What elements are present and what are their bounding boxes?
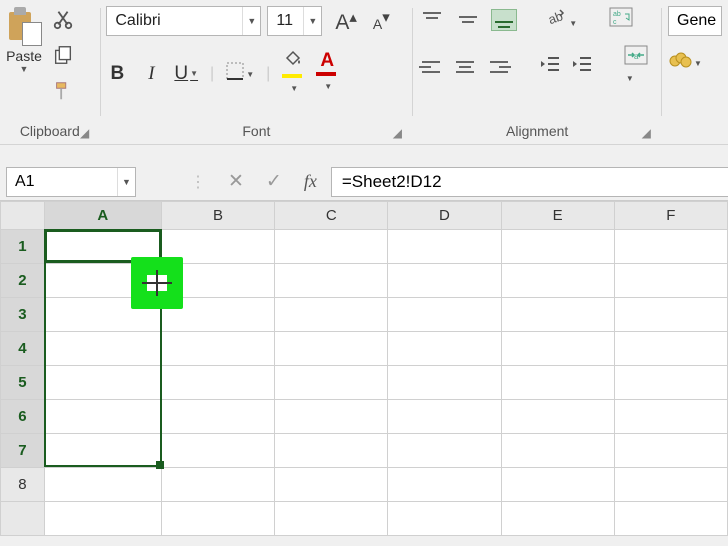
font-dialog-launcher[interactable]: ◢ xyxy=(390,126,404,140)
row-header-3[interactable]: 3 xyxy=(1,298,45,332)
row-header-6[interactable]: 6 xyxy=(1,400,45,434)
formula-bar: A1 ▼ ⋮ ✕ ✓ fx =Sheet2!D12 xyxy=(0,163,728,201)
group-font: Calibri ▼ 11 ▼ A▴ A▾ B I U▼ | ▼ | xyxy=(100,0,412,144)
paste-label: Paste xyxy=(6,48,42,64)
formula-text: =Sheet2!D12 xyxy=(342,172,442,192)
svg-text:ab: ab xyxy=(613,11,621,18)
row-header-2[interactable]: 2 xyxy=(1,264,45,298)
increase-indent-icon xyxy=(571,55,593,73)
spreadsheet-grid[interactable]: A B C D E F 1 2 3 4 5 6 7 8 xyxy=(0,201,728,536)
col-header-D[interactable]: D xyxy=(388,202,501,230)
align-left-button[interactable] xyxy=(419,56,443,78)
name-box-value: A1 xyxy=(7,173,117,191)
formula-divider-icon: ⋮ xyxy=(190,172,206,192)
paste-dropdown-arrow[interactable]: ▼ xyxy=(20,64,29,74)
merge-center-button[interactable]: a▼ xyxy=(624,45,655,88)
row-header-4[interactable]: 4 xyxy=(1,332,45,366)
col-header-F[interactable]: F xyxy=(614,202,727,230)
font-color-button[interactable]: A ▼ xyxy=(316,50,338,98)
cell-A8[interactable] xyxy=(44,468,161,502)
row-header-7[interactable]: 7 xyxy=(1,434,45,468)
wrap-text-icon: abc xyxy=(609,7,633,27)
chevron-down-icon: ▼ xyxy=(303,7,321,35)
align-middle-button[interactable] xyxy=(455,9,481,31)
col-header-A[interactable]: A xyxy=(44,202,161,230)
group-number: Gene ▼ xyxy=(662,0,728,144)
svg-text:a: a xyxy=(634,52,639,61)
row-header-8[interactable]: 8 xyxy=(1,468,45,502)
border-icon xyxy=(226,62,244,80)
clipboard-dialog-launcher[interactable]: ◢ xyxy=(78,126,92,140)
group-alignment: ab▼ abc a▼ xyxy=(413,0,661,144)
select-all-corner[interactable] xyxy=(1,202,45,230)
paste-button[interactable]: Paste ▼ xyxy=(6,6,42,74)
number-format-value: Gene xyxy=(677,12,716,30)
align-right-button[interactable] xyxy=(487,56,511,78)
font-color-icon: A xyxy=(320,50,334,71)
cell-A4[interactable] xyxy=(44,332,161,366)
row-header-5[interactable]: 5 xyxy=(1,366,45,400)
row-header-1[interactable]: 1 xyxy=(1,230,45,264)
chevron-down-icon: ▼ xyxy=(117,168,135,196)
decrease-indent-icon xyxy=(539,55,561,73)
decrease-font-button[interactable]: A▾ xyxy=(370,8,393,34)
increase-indent-button[interactable] xyxy=(571,55,593,78)
borders-button[interactable]: ▼ xyxy=(226,62,254,86)
cell-A5[interactable] xyxy=(44,366,161,400)
chevron-down-icon: ▼ xyxy=(242,7,260,35)
col-header-B[interactable]: B xyxy=(161,202,274,230)
scissors-icon xyxy=(52,8,74,30)
formula-input[interactable]: =Sheet2!D12 xyxy=(331,167,728,197)
bold-button[interactable]: B xyxy=(106,63,128,85)
cell-A7[interactable] xyxy=(44,434,161,468)
group-clipboard: Paste ▼ Clipboard ◢ xyxy=(0,0,100,144)
cell-cursor-icon xyxy=(147,275,167,291)
format-painter-button[interactable] xyxy=(50,78,76,104)
font-name-combo[interactable]: Calibri ▼ xyxy=(106,6,261,36)
cell-F1[interactable] xyxy=(614,230,727,264)
insert-function-button[interactable]: fx xyxy=(304,171,317,192)
clipboard-group-label: Clipboard ◢ xyxy=(6,120,94,142)
row-header-9[interactable] xyxy=(1,502,45,536)
enter-formula-button[interactable]: ✓ xyxy=(266,170,282,193)
number-format-combo[interactable]: Gene xyxy=(668,6,722,36)
fill-color-button[interactable]: ▼ xyxy=(282,48,304,100)
font-size-value: 11 xyxy=(268,12,303,30)
cell-D1[interactable] xyxy=(388,230,501,264)
align-bottom-button[interactable] xyxy=(491,9,517,31)
align-top-button[interactable] xyxy=(419,9,445,31)
accounting-format-button[interactable]: ▼ xyxy=(668,36,722,73)
underline-button[interactable]: U▼ xyxy=(174,63,198,85)
paintbrush-icon xyxy=(52,80,74,102)
wrap-text-button[interactable]: abc xyxy=(609,7,633,32)
increase-font-button[interactable]: A▴ xyxy=(332,8,360,35)
merge-icon: a xyxy=(624,45,648,65)
col-header-E[interactable]: E xyxy=(501,202,614,230)
orientation-button[interactable]: ab▼ xyxy=(545,6,577,33)
copy-icon xyxy=(52,44,74,66)
align-center-button[interactable] xyxy=(453,56,477,78)
italic-button[interactable]: I xyxy=(140,63,162,85)
currency-icon xyxy=(668,50,692,68)
svg-text:c: c xyxy=(613,19,617,26)
font-group-label: Font ◢ xyxy=(106,120,406,142)
alignment-dialog-launcher[interactable]: ◢ xyxy=(639,126,653,140)
alignment-group-label: Alignment ◢ xyxy=(419,120,655,142)
cell-A6[interactable] xyxy=(44,400,161,434)
copy-button[interactable] xyxy=(50,42,76,68)
cancel-formula-button[interactable]: ✕ xyxy=(228,170,244,193)
col-header-C[interactable]: C xyxy=(275,202,388,230)
ribbon: Paste ▼ Clipboard ◢ xyxy=(0,0,728,145)
name-box[interactable]: A1 ▼ xyxy=(6,167,136,197)
paint-bucket-icon xyxy=(283,48,303,68)
cell-E1[interactable] xyxy=(501,230,614,264)
decrease-indent-button[interactable] xyxy=(539,55,561,78)
paste-icon xyxy=(6,6,42,46)
font-name-value: Calibri xyxy=(107,12,242,30)
orientation-icon: ab xyxy=(545,6,567,28)
font-size-combo[interactable]: 11 ▼ xyxy=(267,6,322,36)
cursor-callout xyxy=(131,257,183,309)
cell-C1[interactable] xyxy=(275,230,388,264)
cut-button[interactable] xyxy=(50,6,76,32)
